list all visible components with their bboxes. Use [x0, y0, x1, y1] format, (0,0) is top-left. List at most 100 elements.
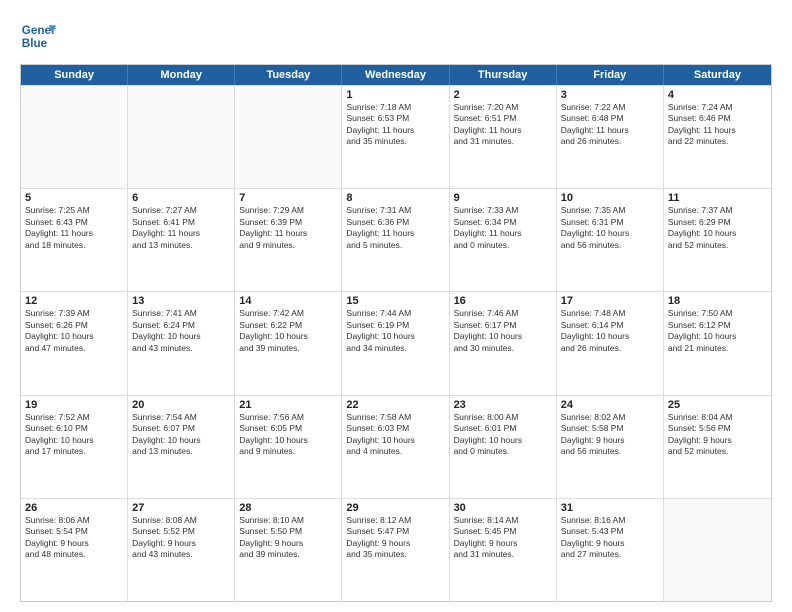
cell-info: Sunrise: 7:18 AM Sunset: 6:53 PM Dayligh…: [346, 102, 444, 148]
day-cell-20: 20Sunrise: 7:54 AM Sunset: 6:07 PM Dayli…: [128, 396, 235, 498]
day-cell-14: 14Sunrise: 7:42 AM Sunset: 6:22 PM Dayli…: [235, 292, 342, 394]
weekday-header-saturday: Saturday: [664, 65, 771, 85]
day-number: 29: [346, 502, 444, 514]
day-number: 16: [454, 295, 552, 307]
cell-info: Sunrise: 8:04 AM Sunset: 5:56 PM Dayligh…: [668, 412, 767, 458]
weekday-header-monday: Monday: [128, 65, 235, 85]
cell-info: Sunrise: 7:29 AM Sunset: 6:39 PM Dayligh…: [239, 205, 337, 251]
day-number: 9: [454, 192, 552, 204]
day-cell-9: 9Sunrise: 7:33 AM Sunset: 6:34 PM Daylig…: [450, 189, 557, 291]
calendar-header: SundayMondayTuesdayWednesdayThursdayFrid…: [21, 65, 771, 85]
day-number: 3: [561, 89, 659, 101]
day-cell-8: 8Sunrise: 7:31 AM Sunset: 6:36 PM Daylig…: [342, 189, 449, 291]
day-number: 22: [346, 399, 444, 411]
day-number: 10: [561, 192, 659, 204]
day-number: 15: [346, 295, 444, 307]
cell-info: Sunrise: 7:52 AM Sunset: 6:10 PM Dayligh…: [25, 412, 123, 458]
weekday-header-tuesday: Tuesday: [235, 65, 342, 85]
logo-icon: General Blue: [20, 18, 56, 54]
day-cell-3: 3Sunrise: 7:22 AM Sunset: 6:48 PM Daylig…: [557, 86, 664, 188]
cell-info: Sunrise: 7:33 AM Sunset: 6:34 PM Dayligh…: [454, 205, 552, 251]
day-number: 26: [25, 502, 123, 514]
day-number: 7: [239, 192, 337, 204]
day-number: 25: [668, 399, 767, 411]
weekday-header-thursday: Thursday: [450, 65, 557, 85]
cell-info: Sunrise: 7:42 AM Sunset: 6:22 PM Dayligh…: [239, 308, 337, 354]
empty-cell: [664, 499, 771, 601]
cell-info: Sunrise: 8:10 AM Sunset: 5:50 PM Dayligh…: [239, 515, 337, 561]
calendar-row: 5Sunrise: 7:25 AM Sunset: 6:43 PM Daylig…: [21, 188, 771, 291]
day-number: 24: [561, 399, 659, 411]
day-cell-26: 26Sunrise: 8:06 AM Sunset: 5:54 PM Dayli…: [21, 499, 128, 601]
day-number: 11: [668, 192, 767, 204]
cell-info: Sunrise: 7:54 AM Sunset: 6:07 PM Dayligh…: [132, 412, 230, 458]
day-number: 27: [132, 502, 230, 514]
day-cell-29: 29Sunrise: 8:12 AM Sunset: 5:47 PM Dayli…: [342, 499, 449, 601]
day-cell-6: 6Sunrise: 7:27 AM Sunset: 6:41 PM Daylig…: [128, 189, 235, 291]
cell-info: Sunrise: 7:46 AM Sunset: 6:17 PM Dayligh…: [454, 308, 552, 354]
day-number: 5: [25, 192, 123, 204]
day-number: 30: [454, 502, 552, 514]
day-cell-25: 25Sunrise: 8:04 AM Sunset: 5:56 PM Dayli…: [664, 396, 771, 498]
day-number: 6: [132, 192, 230, 204]
day-cell-21: 21Sunrise: 7:56 AM Sunset: 6:05 PM Dayli…: [235, 396, 342, 498]
day-cell-24: 24Sunrise: 8:02 AM Sunset: 5:58 PM Dayli…: [557, 396, 664, 498]
day-cell-10: 10Sunrise: 7:35 AM Sunset: 6:31 PM Dayli…: [557, 189, 664, 291]
cell-info: Sunrise: 8:08 AM Sunset: 5:52 PM Dayligh…: [132, 515, 230, 561]
calendar-row: 1Sunrise: 7:18 AM Sunset: 6:53 PM Daylig…: [21, 85, 771, 188]
day-cell-27: 27Sunrise: 8:08 AM Sunset: 5:52 PM Dayli…: [128, 499, 235, 601]
cell-info: Sunrise: 8:06 AM Sunset: 5:54 PM Dayligh…: [25, 515, 123, 561]
day-number: 31: [561, 502, 659, 514]
day-cell-31: 31Sunrise: 8:16 AM Sunset: 5:43 PM Dayli…: [557, 499, 664, 601]
day-cell-13: 13Sunrise: 7:41 AM Sunset: 6:24 PM Dayli…: [128, 292, 235, 394]
day-cell-4: 4Sunrise: 7:24 AM Sunset: 6:46 PM Daylig…: [664, 86, 771, 188]
weekday-header-friday: Friday: [557, 65, 664, 85]
day-cell-18: 18Sunrise: 7:50 AM Sunset: 6:12 PM Dayli…: [664, 292, 771, 394]
cell-info: Sunrise: 7:22 AM Sunset: 6:48 PM Dayligh…: [561, 102, 659, 148]
cell-info: Sunrise: 7:48 AM Sunset: 6:14 PM Dayligh…: [561, 308, 659, 354]
cell-info: Sunrise: 8:00 AM Sunset: 6:01 PM Dayligh…: [454, 412, 552, 458]
day-cell-15: 15Sunrise: 7:44 AM Sunset: 6:19 PM Dayli…: [342, 292, 449, 394]
day-cell-11: 11Sunrise: 7:37 AM Sunset: 6:29 PM Dayli…: [664, 189, 771, 291]
cell-info: Sunrise: 7:24 AM Sunset: 6:46 PM Dayligh…: [668, 102, 767, 148]
cell-info: Sunrise: 7:31 AM Sunset: 6:36 PM Dayligh…: [346, 205, 444, 251]
day-cell-7: 7Sunrise: 7:29 AM Sunset: 6:39 PM Daylig…: [235, 189, 342, 291]
calendar-row: 19Sunrise: 7:52 AM Sunset: 6:10 PM Dayli…: [21, 395, 771, 498]
day-number: 21: [239, 399, 337, 411]
calendar-body: 1Sunrise: 7:18 AM Sunset: 6:53 PM Daylig…: [21, 85, 771, 601]
day-cell-16: 16Sunrise: 7:46 AM Sunset: 6:17 PM Dayli…: [450, 292, 557, 394]
day-number: 4: [668, 89, 767, 101]
cell-info: Sunrise: 8:12 AM Sunset: 5:47 PM Dayligh…: [346, 515, 444, 561]
cell-info: Sunrise: 7:41 AM Sunset: 6:24 PM Dayligh…: [132, 308, 230, 354]
cell-info: Sunrise: 7:35 AM Sunset: 6:31 PM Dayligh…: [561, 205, 659, 251]
empty-cell: [21, 86, 128, 188]
day-cell-22: 22Sunrise: 7:58 AM Sunset: 6:03 PM Dayli…: [342, 396, 449, 498]
day-number: 19: [25, 399, 123, 411]
day-number: 17: [561, 295, 659, 307]
cell-info: Sunrise: 7:20 AM Sunset: 6:51 PM Dayligh…: [454, 102, 552, 148]
cell-info: Sunrise: 7:39 AM Sunset: 6:26 PM Dayligh…: [25, 308, 123, 354]
calendar-page: General Blue SundayMondayTuesdayWednesda…: [0, 0, 792, 612]
empty-cell: [128, 86, 235, 188]
day-cell-2: 2Sunrise: 7:20 AM Sunset: 6:51 PM Daylig…: [450, 86, 557, 188]
day-number: 1: [346, 89, 444, 101]
cell-info: Sunrise: 7:27 AM Sunset: 6:41 PM Dayligh…: [132, 205, 230, 251]
calendar-row: 26Sunrise: 8:06 AM Sunset: 5:54 PM Dayli…: [21, 498, 771, 601]
day-cell-28: 28Sunrise: 8:10 AM Sunset: 5:50 PM Dayli…: [235, 499, 342, 601]
day-number: 28: [239, 502, 337, 514]
cell-info: Sunrise: 7:58 AM Sunset: 6:03 PM Dayligh…: [346, 412, 444, 458]
day-cell-12: 12Sunrise: 7:39 AM Sunset: 6:26 PM Dayli…: [21, 292, 128, 394]
cell-info: Sunrise: 8:16 AM Sunset: 5:43 PM Dayligh…: [561, 515, 659, 561]
day-cell-17: 17Sunrise: 7:48 AM Sunset: 6:14 PM Dayli…: [557, 292, 664, 394]
day-number: 23: [454, 399, 552, 411]
day-number: 20: [132, 399, 230, 411]
day-cell-19: 19Sunrise: 7:52 AM Sunset: 6:10 PM Dayli…: [21, 396, 128, 498]
header: General Blue: [20, 18, 772, 54]
logo: General Blue: [20, 18, 56, 54]
cell-info: Sunrise: 7:50 AM Sunset: 6:12 PM Dayligh…: [668, 308, 767, 354]
weekday-header-wednesday: Wednesday: [342, 65, 449, 85]
day-cell-23: 23Sunrise: 8:00 AM Sunset: 6:01 PM Dayli…: [450, 396, 557, 498]
day-cell-5: 5Sunrise: 7:25 AM Sunset: 6:43 PM Daylig…: [21, 189, 128, 291]
day-number: 18: [668, 295, 767, 307]
day-number: 8: [346, 192, 444, 204]
